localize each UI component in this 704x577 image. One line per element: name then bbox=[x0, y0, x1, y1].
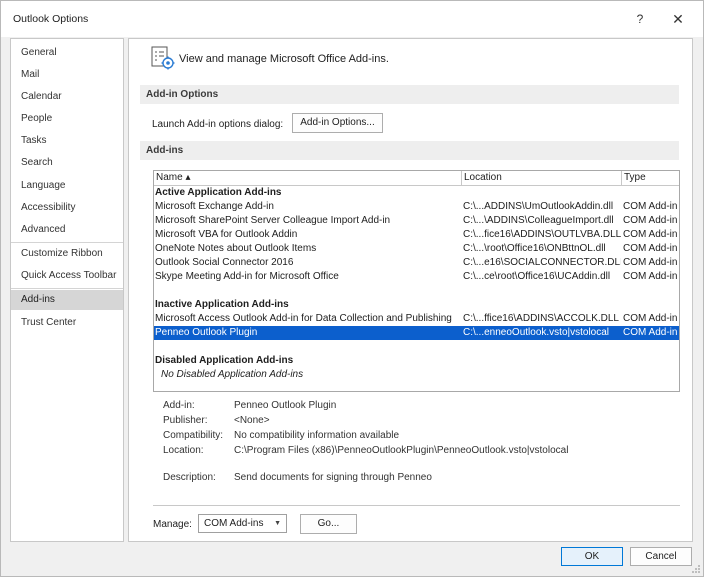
add-ins-panel: View and manage Microsoft Office Add-ins… bbox=[128, 38, 693, 542]
row-type: COM Add-in bbox=[623, 229, 678, 240]
sidebar-item-mail[interactable]: Mail bbox=[11, 65, 123, 85]
go-button[interactable]: Go... bbox=[300, 514, 357, 534]
sidebar-item-search[interactable]: Search bbox=[11, 153, 123, 173]
row-name: Skype Meeting Add-in for Microsoft Offic… bbox=[155, 271, 339, 282]
row-type: COM Add-in bbox=[623, 327, 678, 338]
row-name: Penneo Outlook Plugin bbox=[155, 327, 258, 338]
help-button[interactable]: ? bbox=[628, 7, 652, 31]
row-type: COM Add-in bbox=[623, 201, 678, 212]
row-type: COM Add-in bbox=[623, 215, 678, 226]
sidebar-divider bbox=[11, 288, 123, 289]
table-row[interactable]: Microsoft Access Outlook Add-in for Data… bbox=[154, 312, 679, 326]
table-row[interactable]: Skype Meeting Add-in for Microsoft Offic… bbox=[154, 270, 679, 284]
sidebar-item-accessibility[interactable]: Accessibility bbox=[11, 198, 123, 218]
row-type: COM Add-in bbox=[623, 257, 678, 268]
sidebar-item-language[interactable]: Language bbox=[11, 176, 123, 196]
launch-dialog-label: Launch Add-in options dialog: bbox=[152, 119, 284, 130]
row-location: C:\...fice16\ADDINS\OUTLVBA.DLL bbox=[463, 229, 621, 240]
inactive-add-ins-group-label: Inactive Application Add-ins bbox=[155, 299, 289, 310]
close-button[interactable]: ✕ bbox=[664, 7, 692, 31]
dropdown-arrow-icon: ▼ bbox=[274, 520, 281, 527]
table-row[interactable]: Outlook Social Connector 2016 C:\...e16\… bbox=[154, 256, 679, 270]
sidebar-item-trust-center[interactable]: Trust Center bbox=[11, 313, 123, 333]
add-ins-table[interactable]: Name ▴ Location Type Active Application … bbox=[153, 170, 680, 392]
table-row[interactable]: OneNote Notes about Outlook Items C:\...… bbox=[154, 242, 679, 256]
manage-divider bbox=[153, 505, 680, 506]
row-type: COM Add-in bbox=[623, 271, 678, 282]
sidebar-item-quick-access-toolbar[interactable]: Quick Access Toolbar bbox=[11, 266, 123, 286]
table-row[interactable]: Microsoft SharePoint Server Colleague Im… bbox=[154, 214, 679, 228]
detail-location-label: Location: bbox=[163, 445, 204, 456]
detail-add-in-label: Add-in: bbox=[163, 400, 195, 411]
table-header: Name ▴ Location Type bbox=[154, 171, 679, 186]
row-name: Microsoft Exchange Add-in bbox=[155, 201, 274, 212]
row-location: C:\...enneoOutlook.vsto|vstolocal bbox=[463, 327, 610, 338]
add-ins-section-header: Add-ins bbox=[140, 141, 679, 160]
row-name: Microsoft Access Outlook Add-in for Data… bbox=[155, 313, 452, 324]
row-location: C:\...\ADDINS\ColleagueImport.dll bbox=[463, 215, 614, 226]
resize-grip-icon[interactable] bbox=[691, 564, 701, 574]
detail-description-label: Description: bbox=[163, 472, 216, 483]
add-ins-gear-icon bbox=[151, 46, 175, 70]
row-name: Outlook Social Connector 2016 bbox=[155, 257, 294, 268]
manage-selected-value: COM Add-ins bbox=[204, 518, 264, 529]
column-header-type[interactable]: Type bbox=[622, 171, 679, 186]
cancel-button[interactable]: Cancel bbox=[630, 547, 692, 566]
active-add-ins-group-label: Active Application Add-ins bbox=[155, 187, 282, 198]
sidebar-item-tasks[interactable]: Tasks bbox=[11, 131, 123, 151]
row-type: COM Add-in bbox=[623, 243, 678, 254]
row-name: Microsoft SharePoint Server Colleague Im… bbox=[155, 215, 391, 226]
sidebar-divider bbox=[11, 242, 123, 243]
manage-label: Manage: bbox=[153, 519, 192, 530]
add-in-options-button[interactable]: Add-in Options... bbox=[292, 113, 383, 133]
detail-compatibility-value: No compatibility information available bbox=[234, 430, 400, 441]
row-location: C:\...e16\SOCIALCONNECTOR.DLL bbox=[463, 257, 621, 268]
disabled-add-ins-group-label: Disabled Application Add-ins bbox=[155, 355, 294, 366]
no-disabled-add-ins-text: No Disabled Application Add-ins bbox=[161, 369, 304, 380]
ok-button[interactable]: OK bbox=[561, 547, 623, 566]
table-row[interactable]: Microsoft Exchange Add-in C:\...ADDINS\U… bbox=[154, 200, 679, 214]
row-type: COM Add-in bbox=[623, 313, 678, 324]
row-location: C:\...ADDINS\UmOutlookAddin.dll bbox=[463, 201, 614, 212]
table-row-selected[interactable]: Penneo Outlook Plugin C:\...enneoOutlook… bbox=[154, 326, 679, 340]
detail-add-in-value: Penneo Outlook Plugin bbox=[234, 400, 337, 411]
add-in-options-section-header: Add-in Options bbox=[140, 85, 679, 104]
manage-dropdown[interactable]: COM Add-ins ▼ bbox=[198, 514, 287, 533]
sidebar-item-add-ins[interactable]: Add-ins bbox=[11, 290, 123, 310]
sidebar-item-people[interactable]: People bbox=[11, 109, 123, 129]
detail-description-value: Send documents for signing through Penne… bbox=[234, 472, 432, 483]
row-name: Microsoft VBA for Outlook Addin bbox=[155, 229, 298, 240]
detail-location-value: C:\Program Files (x86)\PenneoOutlookPlug… bbox=[234, 445, 569, 456]
row-name: OneNote Notes about Outlook Items bbox=[155, 243, 317, 254]
table-row[interactable]: Microsoft VBA for Outlook Addin C:\...fi… bbox=[154, 228, 679, 242]
column-header-name[interactable]: Name ▴ bbox=[154, 171, 462, 186]
window-title: Outlook Options bbox=[13, 13, 89, 25]
title-bar: Outlook Options ? ✕ bbox=[1, 1, 703, 37]
sidebar-item-advanced[interactable]: Advanced bbox=[11, 220, 123, 240]
detail-publisher-value: <None> bbox=[234, 415, 270, 426]
detail-compatibility-label: Compatibility: bbox=[163, 430, 224, 441]
row-location: C:\...\root\Office16\ONBttnOL.dll bbox=[463, 243, 606, 254]
row-location: C:\...ce\root\Office16\UCAddin.dll bbox=[463, 271, 611, 282]
panel-header-text: View and manage Microsoft Office Add-ins… bbox=[179, 53, 389, 65]
sidebar-item-general[interactable]: General bbox=[11, 43, 123, 63]
row-location: C:\...ffice16\ADDINS\ACCOLK.DLL bbox=[463, 313, 619, 324]
column-header-location[interactable]: Location bbox=[462, 171, 622, 186]
options-sidebar: General Mail Calendar People Tasks Searc… bbox=[10, 38, 124, 542]
sidebar-item-calendar[interactable]: Calendar bbox=[11, 87, 123, 107]
sidebar-item-customize-ribbon[interactable]: Customize Ribbon bbox=[11, 244, 123, 264]
detail-publisher-label: Publisher: bbox=[163, 415, 208, 426]
outlook-options-dialog: Outlook Options ? ✕ General Mail Calenda… bbox=[0, 0, 704, 577]
